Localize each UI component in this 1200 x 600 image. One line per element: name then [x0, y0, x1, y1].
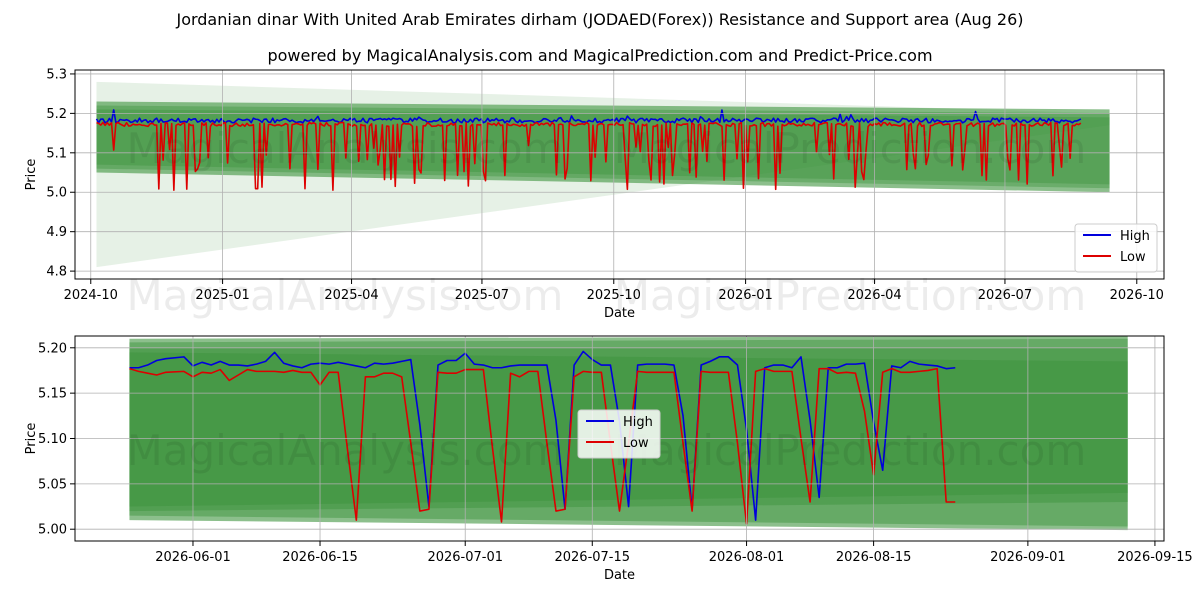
- x-tick-label: 2026-01: [718, 288, 772, 303]
- watermark-text: MagicalAnalysis.com: [127, 124, 564, 173]
- y-tick-label: 5.05: [38, 477, 67, 492]
- x-tick-label: 2026-06-15: [282, 550, 358, 565]
- x-tick-label: 2025-07: [455, 288, 509, 303]
- y-tick-label: 5.10: [38, 432, 67, 447]
- y-tick-label: 4.9: [46, 225, 67, 240]
- legend-label-high: High: [1120, 229, 1150, 244]
- legend-label-high: High: [623, 415, 653, 430]
- x-tick-label: 2025-04: [324, 288, 378, 303]
- x-tick-label: 2026-07-01: [427, 550, 503, 565]
- y-axis-label: Price: [24, 159, 39, 191]
- plot-area: [95, 81, 1110, 268]
- watermark-text: MagicalPrediction.com: [614, 124, 1087, 173]
- x-tick-label: 2026-04: [847, 288, 901, 303]
- x-axis-label: Date: [604, 568, 635, 583]
- x-tick-label: 2025-01: [195, 288, 249, 303]
- y-tick-label: 5.3: [46, 67, 67, 82]
- y-tick-label: 5.1: [46, 146, 67, 161]
- forex-charts: MagicalAnalysis.com MagicalPrediction.com…: [24, 67, 1193, 583]
- x-tick-label: 2026-08-15: [836, 550, 912, 565]
- watermark-text: MagicalPrediction.com: [614, 426, 1087, 475]
- legend-label-low: Low: [623, 436, 649, 451]
- x-tick-label: 2026-10: [1110, 288, 1164, 303]
- x-tick-label: 2025-10: [587, 288, 641, 303]
- chart-panel-2: MagicalAnalysis.com MagicalPrediction.com…: [24, 335, 1193, 583]
- x-tick-label: 2026-09-15: [1117, 550, 1193, 565]
- x-axis-label: Date: [604, 306, 635, 321]
- y-tick-label: 5.2: [46, 107, 67, 122]
- y-tick-label: 5.15: [38, 387, 67, 402]
- legend: High Low: [1074, 223, 1158, 273]
- y-tick-label: 4.8: [46, 265, 67, 280]
- x-tick-label: 2026-09-01: [990, 550, 1066, 565]
- x-tick-label: 2026-08-01: [709, 550, 785, 565]
- x-tick-label: 2026-07: [978, 288, 1032, 303]
- watermark-text: MagicalAnalysis.com: [127, 426, 564, 475]
- y-tick-label: 5.20: [38, 341, 67, 356]
- y-tick-label: 5.0: [46, 186, 67, 201]
- x-tick-label: 2026-06-01: [155, 550, 231, 565]
- chart-panel-1: MagicalAnalysis.com MagicalPrediction.com…: [24, 67, 1165, 321]
- y-axis-label: Price: [24, 423, 39, 455]
- legend: High Low: [577, 409, 661, 459]
- legend-label-low: Low: [1120, 250, 1146, 265]
- y-tick-label: 5.00: [38, 523, 67, 538]
- x-tick-label: 2024-10: [64, 288, 118, 303]
- x-tick-label: 2026-07-15: [554, 550, 630, 565]
